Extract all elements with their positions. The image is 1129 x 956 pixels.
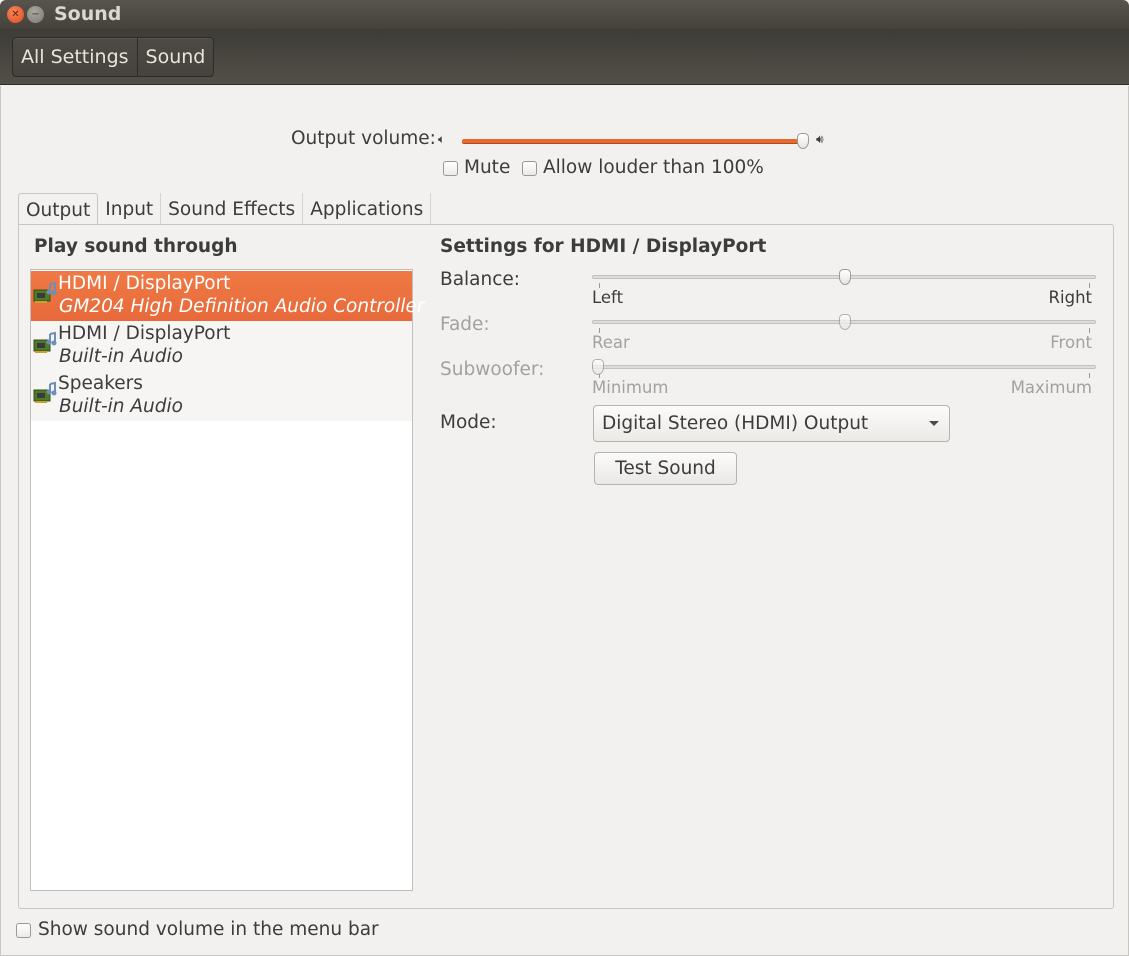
breadcrumb-sound[interactable]: Sound: [136, 38, 214, 76]
fade-knob: [839, 314, 851, 330]
sound-card-icon: [33, 331, 57, 353]
tab-applications[interactable]: Applications: [303, 193, 432, 225]
subwoofer-label: Subwoofer:: [440, 359, 545, 380]
output-volume-slider[interactable]: [462, 139, 803, 143]
fade-rear-label: Rear: [592, 333, 630, 352]
sound-card-icon: [33, 281, 57, 303]
device-item[interactable]: HDMI / DisplayPort Built-in Audio: [31, 321, 412, 371]
output-volume-knob[interactable]: [797, 133, 809, 149]
mode-dropdown[interactable]: Digital Stereo (HDMI) Output: [593, 405, 950, 442]
allow-louder-label: Allow louder than 100%: [543, 157, 764, 178]
device-name: Speakers: [58, 373, 143, 394]
breadcrumb-all-settings[interactable]: All Settings: [13, 38, 137, 76]
tab-sound-effects[interactable]: Sound Effects: [161, 193, 304, 225]
test-sound-button[interactable]: Test Sound: [594, 452, 737, 485]
show-volume-label: Show sound volume in the menu bar: [38, 919, 379, 940]
allow-louder-checkbox[interactable]: [522, 161, 537, 176]
settings-heading: Settings for HDMI / DisplayPort: [440, 236, 767, 257]
device-description: Built-in Audio: [59, 346, 183, 367]
fade-front-label: Front: [1050, 333, 1092, 352]
mute-label: Mute: [464, 157, 511, 178]
subwoofer-slider: [592, 365, 1096, 369]
header-toolbar: All Settings Sound: [0, 29, 1129, 85]
mode-dropdown-value: Digital Stereo (HDMI) Output: [602, 413, 869, 434]
tab-bar: Output Input Sound Effects Applications: [18, 193, 432, 226]
balance-knob[interactable]: [839, 269, 851, 285]
device-description: GM204 High Definition Audio Controller: [59, 296, 425, 317]
breadcrumb: All Settings Sound: [12, 37, 215, 77]
balance-right-label: Right: [1048, 288, 1092, 307]
output-tab-panel: Play sound through HDMI / DisplayPort GM…: [18, 224, 1114, 909]
tab-input[interactable]: Input: [98, 193, 162, 225]
device-item[interactable]: Speakers Built-in Audio: [31, 371, 412, 421]
speaker-low-icon: 🔈︎: [438, 132, 446, 146]
device-name: HDMI / DisplayPort: [58, 273, 231, 294]
sound-card-icon: [33, 381, 57, 403]
minimize-icon[interactable]: −: [27, 6, 44, 23]
output-device-list[interactable]: HDMI / DisplayPort GM204 High Definition…: [30, 269, 425, 891]
title-bar: ✕ − Sound: [0, 0, 1129, 29]
balance-left-label: Left: [592, 288, 624, 307]
device-item[interactable]: HDMI / DisplayPort GM204 High Definition…: [31, 271, 425, 321]
mode-label: Mode:: [440, 412, 497, 433]
subwoofer-knob: [592, 359, 604, 375]
device-description: Built-in Audio: [59, 396, 183, 417]
mute-checkbox[interactable]: [443, 161, 458, 176]
close-icon[interactable]: ✕: [7, 6, 24, 23]
tab-output[interactable]: Output: [18, 193, 99, 226]
subwoofer-max-label: Maximum: [1010, 378, 1092, 397]
subwoofer-min-label: Minimum: [592, 378, 669, 397]
show-volume-checkbox[interactable]: [16, 923, 31, 938]
balance-label: Balance:: [440, 269, 521, 290]
speaker-high-icon: 🔊︎: [816, 132, 824, 146]
device-name: HDMI / DisplayPort: [58, 323, 231, 344]
fade-label: Fade:: [440, 314, 490, 335]
sound-panel: Output volume: 🔈︎ 🔊︎ Mute Allow louder t…: [0, 86, 1129, 956]
output-volume-label: Output volume:: [291, 128, 436, 149]
play-sound-through-heading: Play sound through: [34, 236, 238, 257]
chevron-down-icon: [929, 421, 939, 426]
window-title: Sound: [54, 3, 122, 25]
